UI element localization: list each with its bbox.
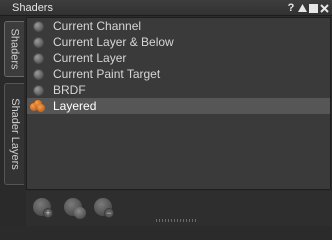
sphere-icon [33, 36, 44, 48]
tab-shaders-label: Shaders [8, 28, 21, 70]
add-shader-button[interactable]: + [33, 198, 53, 218]
list-item-label: Layered [53, 99, 97, 113]
list-item[interactable]: Current Channel [27, 18, 330, 34]
shader-list: Current Channel Current Layer & Below Cu… [26, 17, 331, 190]
layer-shader-button[interactable] [64, 198, 86, 219]
sphere-icon [33, 68, 44, 80]
side-tab-strip: Shaders Shader Layers [0, 17, 26, 226]
panel-title: Shaders [12, 2, 53, 14]
sphere-icon [33, 52, 44, 64]
close-icon [319, 3, 329, 13]
square-icon [308, 3, 318, 13]
help-button[interactable]: ? [286, 2, 296, 14]
resize-grip[interactable] [156, 219, 196, 222]
list-item-label: Current Channel [53, 19, 142, 33]
list-item-label: Current Layer & Below [53, 35, 174, 49]
tab-shader-layers[interactable]: Shader Layers [4, 83, 24, 185]
list-item[interactable]: BRDF [27, 82, 330, 98]
tab-shader-layers-label: Shader Layers [8, 98, 21, 170]
list-item-label: BRDF [53, 83, 86, 97]
title-bar: Shaders ? [0, 0, 332, 16]
add-shader-icon: + [43, 208, 53, 218]
sphere-icon [33, 84, 44, 96]
question-icon: ? [287, 2, 295, 14]
window-controls: ? [286, 2, 329, 14]
remove-shader-button[interactable]: − [94, 198, 114, 218]
close-button[interactable] [319, 2, 329, 14]
shader-toolbar: + − [26, 191, 331, 226]
sphere-icon [33, 20, 44, 32]
list-item[interactable]: Current Layer [27, 50, 330, 66]
list-item[interactable]: Current Layer & Below [27, 34, 330, 50]
tab-shaders[interactable]: Shaders [4, 21, 24, 77]
layered-spheres-icon [74, 207, 86, 219]
layered-spheres-icon [30, 100, 46, 112]
triangle-up-icon [297, 4, 307, 12]
list-item-label: Current Paint Target [53, 67, 161, 81]
list-item[interactable]: Current Paint Target [27, 66, 330, 82]
collapse-button[interactable] [297, 2, 307, 14]
popout-button[interactable] [308, 2, 318, 14]
list-item-selected[interactable]: Layered [27, 98, 330, 114]
list-item-label: Current Layer [53, 51, 127, 65]
remove-shader-icon: − [104, 208, 114, 218]
